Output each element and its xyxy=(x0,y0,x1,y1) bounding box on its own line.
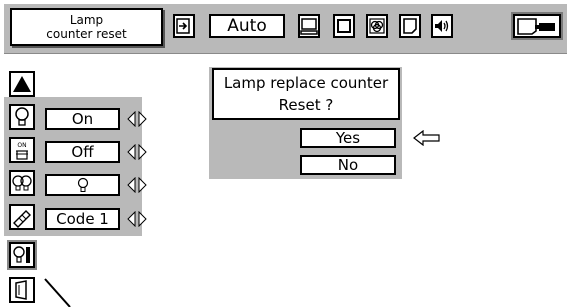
computer-icon[interactable] xyxy=(298,14,320,38)
bulb-icon xyxy=(77,177,88,192)
key-lock-value: Code 1 xyxy=(56,210,109,228)
setting-icon[interactable] xyxy=(513,14,561,38)
dialog-message-line2: Reset ? xyxy=(278,96,334,114)
left-right-arrows-icon[interactable] xyxy=(126,175,148,195)
mode-value-box[interactable]: Auto xyxy=(209,14,285,38)
svg-text:ON: ON xyxy=(17,142,26,149)
yes-label: Yes xyxy=(335,129,361,147)
pointer-line xyxy=(44,278,71,307)
dialog-message-line1: Lamp replace counter xyxy=(223,74,389,92)
key-lock-icon[interactable] xyxy=(9,204,35,230)
left-arrow-icon xyxy=(413,130,440,146)
lamp-mode-value-box[interactable] xyxy=(45,174,120,196)
lamp-mode-icon[interactable] xyxy=(9,170,35,196)
on-indicator-value-box[interactable]: Off xyxy=(45,141,120,163)
key-lock-value-box[interactable]: Code 1 xyxy=(45,208,120,230)
enter-icon[interactable] xyxy=(173,14,195,38)
on-indicator-value: Off xyxy=(71,143,94,161)
screen-icon[interactable] xyxy=(399,14,421,38)
mode-value: Auto xyxy=(227,16,267,36)
menu-title-box: Lamp counter reset xyxy=(10,8,163,46)
lamp-counter-icon[interactable] xyxy=(9,242,35,268)
sound-icon[interactable] xyxy=(431,14,453,38)
left-right-arrows-icon[interactable] xyxy=(126,109,148,129)
yes-button[interactable]: Yes xyxy=(300,128,396,148)
menu-title-line2: counter reset xyxy=(46,27,127,41)
lamp-icon[interactable] xyxy=(9,104,35,130)
color-icon[interactable] xyxy=(366,14,388,38)
on-indicator-icon[interactable]: ON xyxy=(9,137,35,163)
left-right-arrows-icon[interactable] xyxy=(126,209,148,229)
lamp-value-box[interactable]: On xyxy=(45,108,120,130)
dialog-message: Lamp replace counter Reset ? xyxy=(212,68,400,120)
left-right-arrows-icon[interactable] xyxy=(126,142,148,162)
filter-icon[interactable] xyxy=(9,277,35,303)
square-icon[interactable] xyxy=(333,14,355,38)
no-button[interactable]: No xyxy=(300,155,396,175)
lamp-value: On xyxy=(71,110,94,128)
menu-title-line1: Lamp xyxy=(69,13,104,27)
no-label: No xyxy=(337,156,359,174)
up-arrow-icon[interactable] xyxy=(9,71,35,97)
